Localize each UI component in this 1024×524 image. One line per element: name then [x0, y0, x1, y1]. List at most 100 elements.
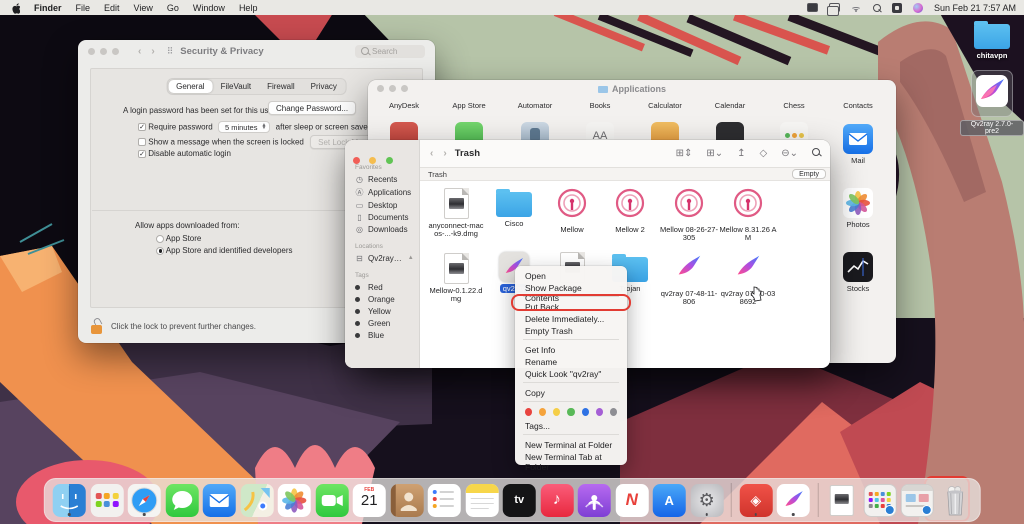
view-options-icon[interactable]: ⊞⇕ — [676, 148, 693, 159]
file-mellow[interactable]: Mellow — [543, 188, 601, 234]
dock-calendar[interactable]: FEB 21 — [353, 484, 386, 517]
lock-icon[interactable] — [91, 318, 104, 334]
dock-maps[interactable] — [240, 484, 273, 517]
app-label-appstore[interactable]: App Store — [439, 101, 499, 110]
menu-help[interactable]: Help — [239, 3, 258, 13]
tag-color-purple[interactable] — [596, 408, 603, 416]
menu-item-copy[interactable]: Copy — [515, 386, 627, 398]
file-qv2ray-07-48[interactable]: qv2ray 07-48-11-806 — [660, 252, 718, 306]
tab-filevault[interactable]: FileVault — [213, 80, 260, 93]
tags-icon[interactable]: ◇ — [760, 148, 768, 159]
app-label-chess[interactable]: Chess — [764, 101, 824, 110]
desktop-icon-chitavpn[interactable]: chitavpn — [962, 24, 1022, 60]
dock-podcasts[interactable] — [578, 484, 611, 517]
require-password-checkbox[interactable]: ✓ — [138, 123, 146, 131]
dock-facetime[interactable] — [315, 484, 348, 517]
file-mellow-dmg[interactable]: Mellow-0.1.22.dmg — [427, 253, 485, 303]
menu-file[interactable]: File — [76, 3, 91, 13]
sidebar-tag-blue[interactable]: Blue — [345, 329, 419, 341]
display-icon[interactable] — [807, 3, 818, 12]
sidebar-tag-orange[interactable]: Orange — [345, 293, 419, 305]
dock-system-preferences[interactable]: ⚙ — [690, 484, 723, 517]
tab-privacy[interactable]: Privacy — [303, 80, 345, 93]
dock-photos[interactable] — [278, 484, 311, 517]
app-label-books[interactable]: Books — [570, 101, 630, 110]
tag-color-gray[interactable] — [610, 408, 617, 416]
apple-menu-icon[interactable] — [10, 2, 20, 14]
desktop-icon-qv2ray[interactable]: Qv2ray 2.7.0-pre2 — [960, 70, 1024, 138]
more-actions-icon[interactable]: ⊖⌄ — [781, 148, 798, 159]
sidebar-item-documents[interactable]: ▯Documents — [345, 211, 419, 223]
tag-color-green[interactable] — [567, 408, 574, 416]
menu-window[interactable]: Window — [193, 3, 225, 13]
sidebar-item-recents[interactable]: ◷Recents — [345, 173, 419, 185]
tag-color-blue[interactable] — [582, 408, 589, 416]
dock-anydesk[interactable]: ◈ — [739, 484, 772, 517]
dock-mail[interactable] — [203, 484, 236, 517]
file-anyconnect-dmg[interactable]: anyconnect-macos-...-k9.dmg — [427, 188, 485, 238]
menu-item-new-terminal-tab[interactable]: New Terminal Tab at Folder — [515, 450, 627, 462]
app-stocks[interactable]: Stocks — [828, 252, 888, 293]
disable-auto-login-checkbox[interactable]: ✓ — [138, 150, 146, 158]
dock-reminders[interactable] — [428, 484, 461, 517]
app-label-calculator[interactable]: Calculator — [635, 101, 695, 110]
radio-identified-developers[interactable] — [156, 247, 164, 255]
forward-button[interactable]: › — [151, 46, 154, 57]
wifi-icon[interactable] — [851, 3, 862, 12]
dock-tv[interactable]: tv — [503, 484, 536, 517]
dock-news[interactable]: N — [615, 484, 648, 517]
menu-view[interactable]: View — [134, 3, 153, 13]
menu-edit[interactable]: Edit — [104, 3, 120, 13]
dock-dmg-file[interactable] — [826, 484, 859, 517]
dock-qv2ray[interactable] — [777, 484, 810, 517]
menu-finder[interactable]: Finder — [34, 3, 62, 13]
forward-button[interactable]: › — [443, 148, 446, 159]
dock-trash[interactable] — [938, 484, 971, 517]
dock-safari[interactable] — [128, 484, 161, 517]
app-photos[interactable]: Photos — [828, 188, 888, 229]
search-icon[interactable] — [812, 148, 820, 159]
back-button[interactable]: ‹ — [430, 148, 433, 159]
menu-go[interactable]: Go — [167, 3, 179, 13]
spotlight-icon[interactable] — [873, 4, 881, 12]
sidebar-item-desktop[interactable]: ▭Desktop — [345, 199, 419, 211]
minimize-button[interactable] — [369, 157, 376, 164]
tab-firewall[interactable]: Firewall — [259, 80, 303, 93]
tag-color-yellow[interactable] — [553, 408, 560, 416]
app-label-calendar[interactable]: Calendar — [700, 101, 760, 110]
input-source-icon[interactable] — [892, 3, 902, 13]
radio-app-store[interactable] — [156, 235, 164, 243]
zoom-button[interactable] — [386, 157, 393, 164]
siri-icon[interactable] — [913, 3, 923, 13]
dock-appstore[interactable]: A — [653, 484, 686, 517]
tag-color-red[interactable] — [525, 408, 532, 416]
app-label-contacts[interactable]: Contacts — [828, 101, 888, 110]
menu-item-rename[interactable]: Rename — [515, 355, 627, 367]
menu-item-new-terminal[interactable]: New Terminal at Folder — [515, 438, 627, 450]
menu-item-delete-immediately[interactable]: Delete Immediately... — [515, 312, 627, 324]
search-field[interactable]: Search — [355, 45, 425, 58]
menu-item-empty-trash[interactable]: Empty Trash — [515, 324, 627, 336]
dock-notes[interactable] — [465, 484, 498, 517]
sidebar-item-downloads[interactable]: ◎Downloads — [345, 223, 419, 235]
file-mellow-4[interactable]: Mellow 8.31.26 AM — [719, 188, 777, 242]
app-label-anydesk[interactable]: AnyDesk — [374, 101, 434, 110]
dock-finder[interactable] — [53, 484, 86, 517]
file-cisco-folder[interactable]: Cisco — [485, 188, 543, 228]
dock-minimized-window-2[interactable] — [901, 484, 934, 517]
file-qv2ray-07-50[interactable]: qv2ray 07-50-038692 — [719, 252, 777, 306]
menu-item-show-package-contents[interactable]: Show Package Contents — [515, 281, 627, 293]
screen-mirroring-icon[interactable] — [829, 3, 840, 12]
eject-icon[interactable]: ▲ — [408, 255, 414, 261]
close-button[interactable] — [88, 48, 95, 55]
file-mellow-2[interactable]: Mellow 2 — [601, 188, 659, 234]
sidebar-item-qv2ray-volume[interactable]: ⊟Qv2ray…▲ — [345, 252, 419, 264]
duration-dropdown[interactable]: 5 minutes ▲▼ — [218, 121, 270, 133]
sidebar-tag-yellow[interactable]: Yellow — [345, 305, 419, 317]
zoom-button[interactable] — [112, 48, 119, 55]
menu-item-open[interactable]: Open — [515, 269, 627, 281]
show-all-icon[interactable]: ⠿ — [167, 46, 175, 57]
sidebar-tag-red[interactable]: Red — [345, 281, 419, 293]
change-password-button[interactable]: Change Password... — [268, 101, 356, 115]
app-label-automator[interactable]: Automator — [505, 101, 565, 110]
